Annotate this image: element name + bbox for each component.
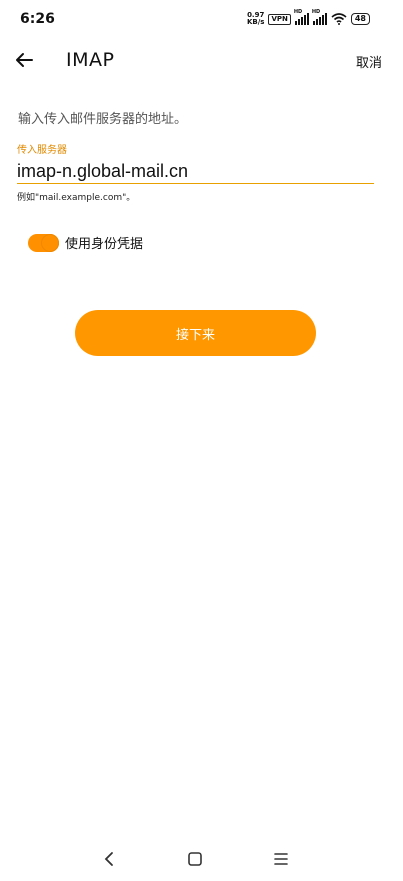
hd-label: HD <box>293 9 303 15</box>
back-icon <box>104 852 113 866</box>
status-time: 6:26 <box>20 11 55 27</box>
credentials-toggle[interactable] <box>28 233 59 252</box>
back-button[interactable] <box>12 48 36 72</box>
wifi-icon <box>331 13 347 25</box>
system-nav-bar <box>0 837 403 881</box>
signal-icon: HD <box>294 9 309 25</box>
battery-icon: 48 <box>350 13 370 25</box>
network-speed-unit: KB/s <box>246 18 265 26</box>
screen: 6:26 0.97 KB/s VPN HD HD 48 IMAP 取消 输入传入… <box>0 0 403 881</box>
hd-label: HD <box>311 9 321 15</box>
nav-menu-button[interactable] <box>269 847 293 871</box>
page-title: IMAP <box>66 49 115 71</box>
nav-home-button[interactable] <box>183 847 207 871</box>
credentials-row: 使用身份凭据 <box>28 233 143 252</box>
toggle-knob <box>41 233 59 252</box>
instruction-text: 输入传入邮件服务器的地址。 <box>18 112 188 127</box>
cancel-button[interactable]: 取消 <box>356 52 382 71</box>
vpn-icon: VPN <box>268 13 291 25</box>
incoming-server-hint: 例如"mail.example.com"。 <box>17 193 136 203</box>
arrow-left-icon <box>16 53 33 67</box>
nav-back-button[interactable] <box>97 847 121 871</box>
network-speed: 0.97 KB/s <box>247 12 264 26</box>
incoming-server-input[interactable] <box>17 160 374 184</box>
status-bar: 6:26 0.97 KB/s VPN HD HD 48 <box>0 0 403 40</box>
next-button[interactable]: 接下来 <box>75 310 316 356</box>
incoming-server-label: 传入服务器 <box>17 145 67 156</box>
incoming-server-field: 传入服务器 例如"mail.example.com"。 <box>17 145 374 203</box>
signal-icon: HD <box>312 9 327 25</box>
menu-icon <box>274 853 288 865</box>
credentials-label: 使用身份凭据 <box>65 237 144 252</box>
app-header: IMAP 取消 <box>0 40 403 84</box>
home-icon <box>188 852 202 866</box>
status-icons: 0.97 KB/s VPN HD HD 48 <box>247 9 370 26</box>
